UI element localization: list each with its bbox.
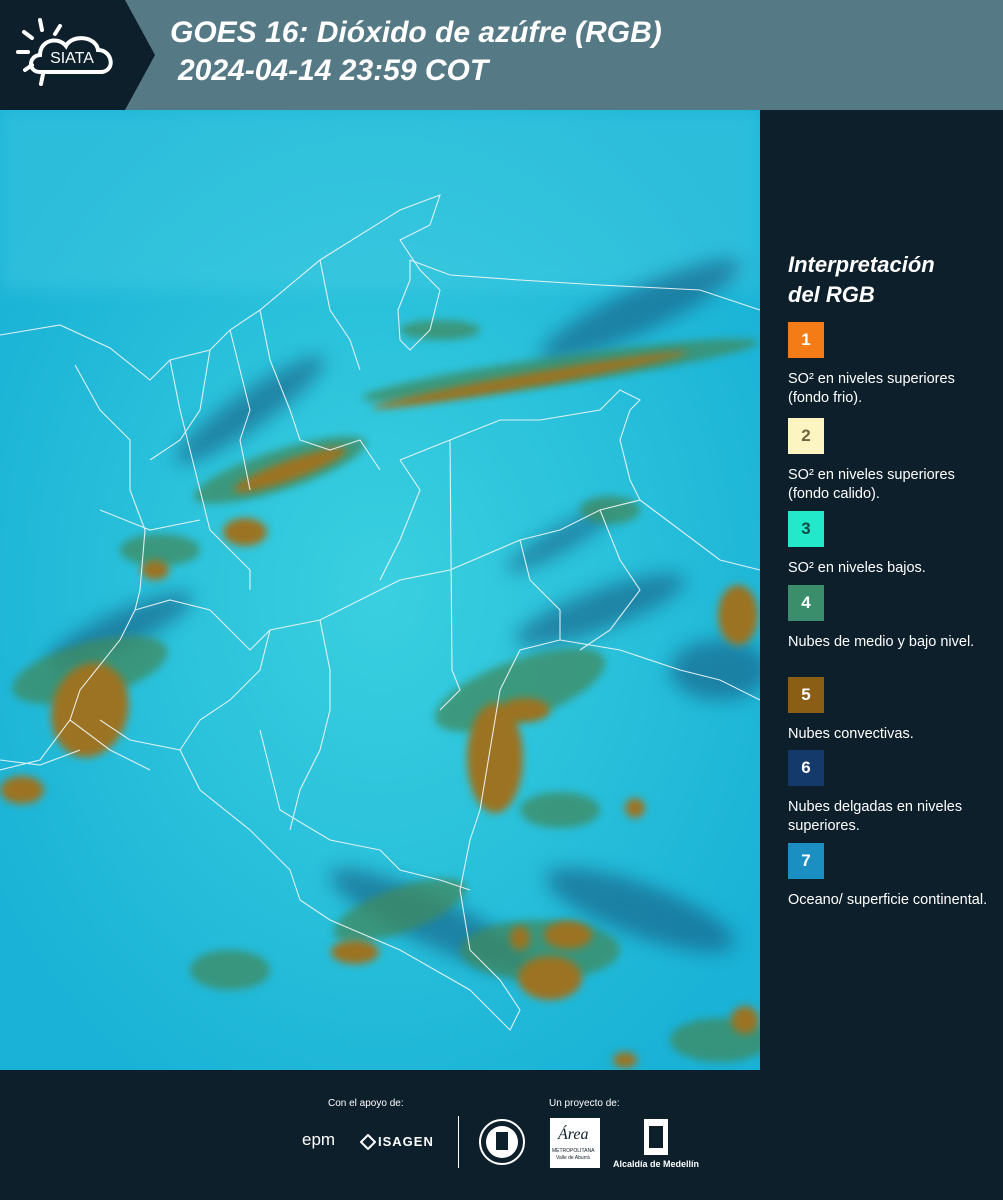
legend-swatch-7: 7 [788,843,824,879]
legend-title-line2: del RGB [788,282,875,307]
legend-label: SO² en niveles superiores (fondo frio). [788,371,955,406]
legend-item-6: 6 Nubes delgadas en niveles superiores. [788,750,993,836]
legend-label: Oceano/ superficie continental. [788,892,988,908]
legend-number: 3 [801,519,811,538]
project-caption: Un proyecto de: [549,1098,620,1109]
legend-label: Nubes delgadas en niveles superiores. [788,799,963,834]
legend-item-4: 4 Nubes de medio y bajo nivel. [788,585,993,652]
satellite-image [0,110,770,1070]
alcaldia-logo-text: Alcaldía de Medellín [613,1159,700,1169]
legend-swatch-5: 5 [788,677,824,713]
legend-item-5: 5 Nubes convectivas. [788,677,993,744]
legend-label: SO² en niveles bajos. [788,560,926,576]
header-bar: SIATA GOES 16: Dióxido de azúfre (RGB) 2… [0,0,1003,110]
satellite-map [0,110,770,1070]
legend-number: 7 [801,851,811,870]
legend-label: SO² en niveles superiores (fondo calido)… [788,467,955,502]
siata-logo-text: SIATA [50,50,94,67]
legend-number: 6 [801,758,811,777]
epm-logo: epm [302,1130,336,1149]
alcaldia-shield-icon [643,1118,669,1163]
legend-item-1: 1 SO² en niveles superiores (fondo frio)… [788,322,993,408]
legend-number: 1 [801,330,811,349]
legend-title-line1: Interpretación [788,252,935,277]
legend-number: 5 [801,685,811,704]
area-logo-sub2: Valle de Aburrá [556,1155,590,1161]
legend-number: 2 [801,426,811,445]
legend-swatch-2: 2 [788,418,824,454]
legend-title: Interpretación del RGB [788,250,998,310]
footer-divider [458,1116,459,1168]
legend-number: 4 [801,593,811,612]
siata-logo: SIATA [0,0,155,110]
support-caption: Con el apoyo de: [328,1098,404,1109]
isagen-icon [359,1133,377,1155]
legend-item-3: 3 SO² en niveles bajos. [788,511,993,578]
legend-swatch-1: 1 [788,322,824,358]
isagen-logo: ISAGEN [378,1134,434,1149]
legend-item-2: 2 SO² en niveles superiores (fondo calid… [788,418,993,504]
medellin-seal-icon [478,1118,526,1171]
legend-swatch-4: 4 [788,585,824,621]
legend-panel: Interpretación del RGB 1 SO² en niveles … [760,110,1003,1070]
page-timestamp: 2024-04-14 23:59 COT [178,54,489,87]
legend-item-7: 7 Oceano/ superficie continental. [788,843,993,910]
area-logo-text: Área [558,1126,589,1143]
legend-swatch-6: 6 [788,750,824,786]
legend-label: Nubes convectivas. [788,726,914,742]
page-title: GOES 16: Dióxido de azúfre (RGB) [170,16,662,49]
area-metropolitana-logo: Área METROPOLITANA Valle de Aburrá [550,1118,600,1168]
legend-swatch-3: 3 [788,511,824,547]
siata-logo-graphic: SIATA [0,0,155,110]
footer: Con el apoyo de: Un proyecto de: epm ISA… [0,1070,1003,1200]
area-logo-sub1: METROPOLITANA [552,1148,595,1154]
legend-label: Nubes de medio y bajo nivel. [788,634,975,650]
